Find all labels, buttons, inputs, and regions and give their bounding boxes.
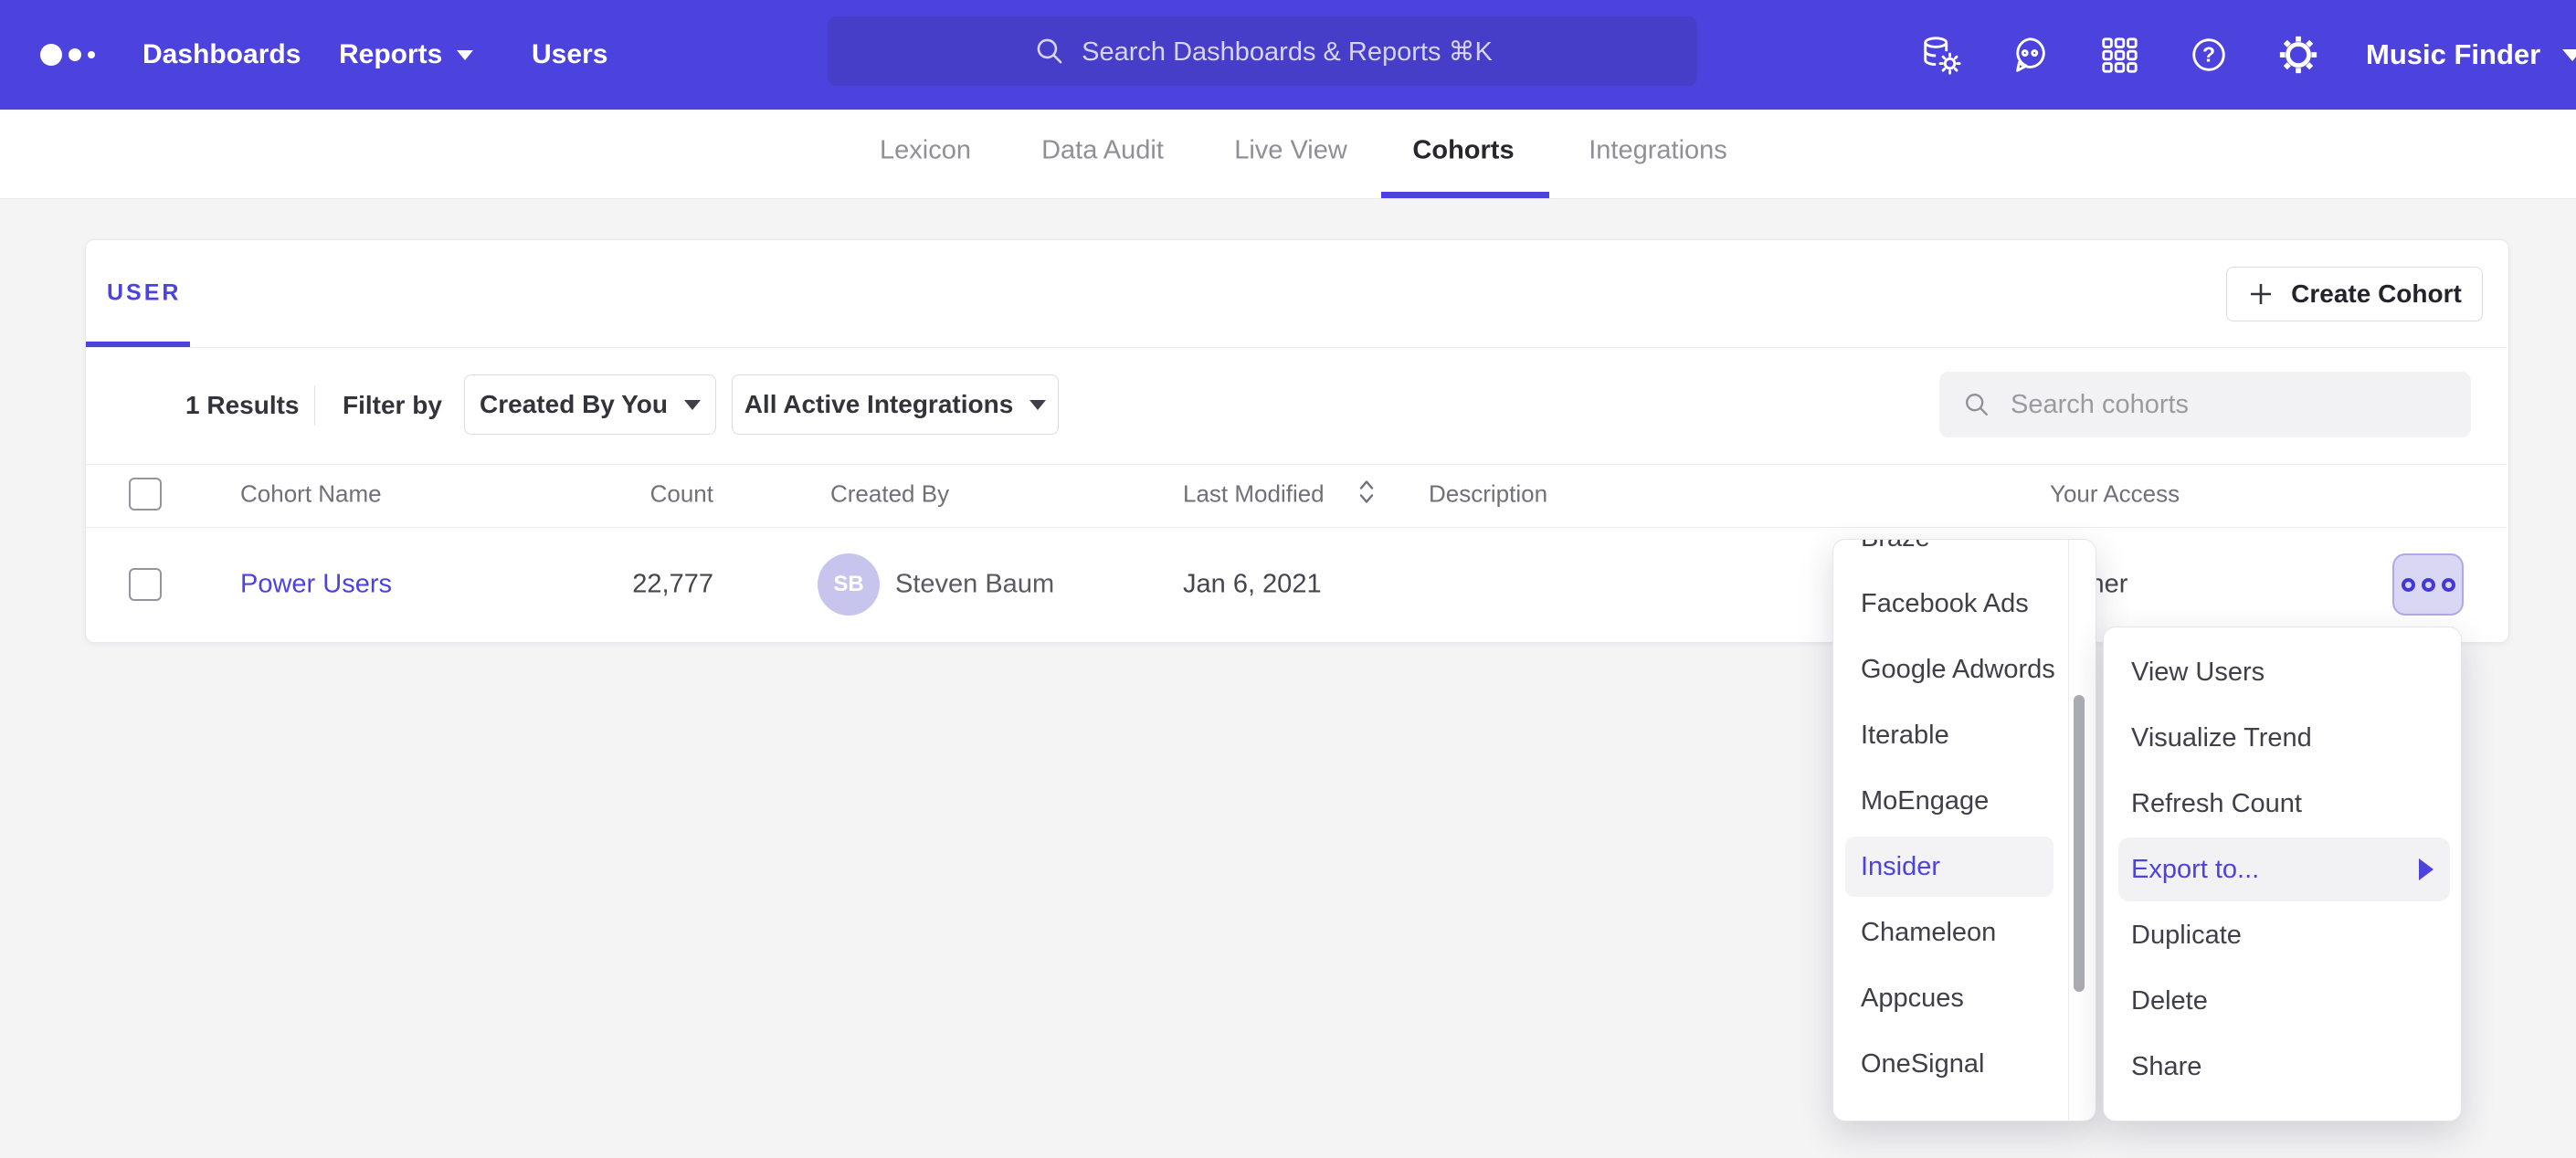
submenu-item-braze[interactable]: Braze (1833, 539, 2096, 571)
results-count: 1 Results (185, 391, 300, 420)
logo-dot-medium (69, 48, 81, 61)
avatar-initials: SB (833, 572, 863, 597)
scrollbar-thumb[interactable] (2074, 695, 2085, 992)
tab-cohorts[interactable]: Cohorts (1412, 136, 1514, 166)
scrollbar-track (2068, 540, 2069, 1121)
avatar: SB (818, 553, 880, 616)
menu-item-refresh-count[interactable]: Refresh Count (2104, 771, 2461, 837)
submenu-arrow-icon (2419, 858, 2433, 880)
submenu-item-appcues[interactable]: Appcues (1833, 965, 2096, 1031)
last-modified-date: Jan 6, 2021 (1183, 570, 1322, 600)
divider (86, 527, 2507, 528)
menu-item-duplicate[interactable]: Duplicate (2104, 902, 2461, 968)
submenu-item-insider[interactable]: Insider (1833, 834, 2096, 900)
creator-name: Steven Baum (895, 570, 1054, 600)
chevron-down-icon (1029, 400, 1046, 410)
data-management-icon[interactable] (1919, 34, 1961, 76)
filter-created-by-value: Created By You (480, 390, 668, 419)
kebab-dot-icon (2442, 578, 2455, 592)
column-header-count[interactable]: Count (576, 480, 713, 509)
filter-integrations-value: All Active Integrations (744, 390, 1014, 419)
global-search-bar[interactable]: Search Dashboards & Reports ⌘K (828, 16, 1697, 86)
chevron-down-icon (457, 50, 473, 60)
column-header-your-access[interactable]: Your Access (2050, 480, 2180, 509)
filter-created-by-dropdown[interactable]: Created By You (464, 374, 716, 435)
cohort-count: 22,777 (576, 570, 713, 600)
create-cohort-button[interactable]: Create Cohort (2226, 267, 2483, 321)
column-header-cohort-name[interactable]: Cohort Name (240, 480, 382, 509)
cohort-name-link[interactable]: Power Users (240, 570, 392, 600)
active-tab-underline (1381, 192, 1549, 198)
project-name: Music Finder (2366, 38, 2540, 71)
apps-grid-icon[interactable] (2098, 34, 2140, 76)
column-header-last-modified[interactable]: Last Modified (1183, 480, 1325, 509)
cohort-search-input[interactable] (2009, 389, 2414, 421)
logo-dot-large (40, 44, 62, 66)
menu-item-delete[interactable]: Delete (2104, 968, 2461, 1034)
submenu-item-onesignal[interactable]: OneSignal (1833, 1031, 2096, 1097)
top-nav: Dashboards Reports Users Search Dashboar… (0, 0, 2576, 110)
project-switcher[interactable]: Music Finder (2366, 38, 2576, 71)
nav-reports[interactable]: Reports (339, 39, 473, 70)
chevron-down-icon (2562, 49, 2576, 61)
divider (314, 385, 315, 426)
kebab-dot-icon (2402, 578, 2415, 592)
create-cohort-label: Create Cohort (2291, 279, 2462, 309)
column-header-created-by[interactable]: Created By (830, 480, 949, 509)
export-submenu: Braze Facebook Ads Google Adwords Iterab… (1832, 539, 2096, 1121)
divider (86, 464, 2507, 465)
select-all-checkbox[interactable] (129, 478, 162, 511)
column-header-description[interactable]: Description (1429, 480, 1547, 509)
settings-gear-icon[interactable] (2277, 34, 2319, 76)
submenu-item-iterable[interactable]: Iterable (1833, 702, 2096, 768)
divider (86, 347, 2507, 348)
sort-icon[interactable] (1357, 478, 1376, 511)
search-icon (1032, 34, 1067, 68)
logo-dot-small (88, 51, 95, 58)
menu-item-export-to[interactable]: Export to... (2104, 837, 2461, 902)
row-actions-kebab-button[interactable] (2392, 553, 2464, 616)
brand-logo-dots-icon[interactable] (40, 44, 95, 66)
row-checkbox[interactable] (129, 568, 162, 601)
row-context-menu: View Users Visualize Trend Refresh Count… (2103, 626, 2462, 1121)
tab-live-view[interactable]: Live View (1234, 136, 1347, 166)
search-icon (1961, 389, 1992, 420)
submenu-item-google-adwords[interactable]: Google Adwords (1833, 637, 2096, 702)
global-search-placeholder: Search Dashboards & Reports ⌘K (1082, 36, 1493, 68)
svg-text:?: ? (2202, 43, 2215, 67)
secondary-nav: Lexicon Data Audit Live View Cohorts Int… (0, 110, 2576, 199)
cohorts-page: Dashboards Reports Users Search Dashboar… (0, 0, 2576, 1158)
tab-lexicon[interactable]: Lexicon (880, 136, 971, 166)
menu-item-view-users[interactable]: View Users (2104, 639, 2461, 705)
cohort-search-field[interactable] (1939, 372, 2471, 437)
tab-user-cohorts[interactable]: USER (107, 280, 181, 307)
nav-dashboards[interactable]: Dashboards (143, 39, 301, 70)
nav-users[interactable]: Users (532, 39, 607, 70)
tab-data-audit[interactable]: Data Audit (1041, 136, 1164, 166)
submenu-item-chameleon[interactable]: Chameleon (1833, 900, 2096, 965)
kebab-dot-icon (2422, 578, 2435, 592)
submenu-item-moengage[interactable]: MoEngage (1833, 768, 2096, 834)
nav-reports-label: Reports (339, 39, 442, 70)
menu-item-visualize-trend[interactable]: Visualize Trend (2104, 705, 2461, 771)
plus-icon (2247, 280, 2275, 308)
submenu-item-facebook-ads[interactable]: Facebook Ads (1833, 571, 2096, 637)
chevron-down-icon (684, 400, 701, 410)
feedback-icon[interactable] (2009, 34, 2051, 76)
help-icon[interactable]: ? (2188, 34, 2230, 76)
menu-item-share[interactable]: Share (2104, 1034, 2461, 1100)
filter-by-label: Filter by (343, 391, 442, 420)
tab-integrations[interactable]: Integrations (1589, 136, 1727, 166)
filter-integrations-dropdown[interactable]: All Active Integrations (732, 374, 1059, 435)
